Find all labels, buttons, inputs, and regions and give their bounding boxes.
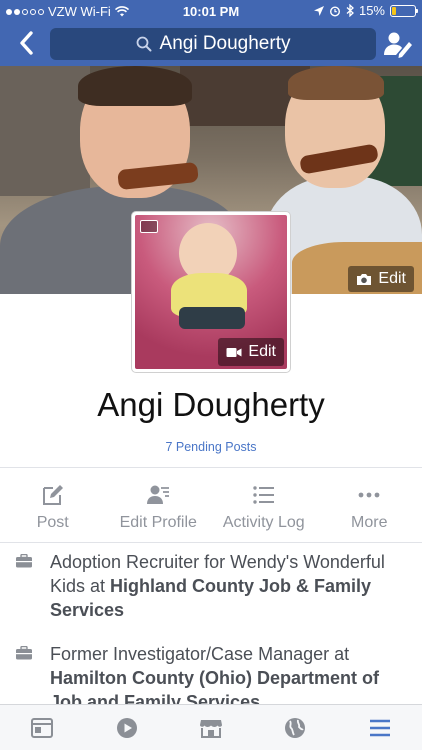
status-bar: VZW Wi-Fi 10:01 PM 15% [0, 0, 422, 22]
work-title: Former Investigator/Case Manager at [50, 644, 350, 664]
battery-percent: 15% [358, 3, 385, 18]
profile-name: Angi Dougherty [97, 386, 325, 423]
globe-icon [285, 717, 306, 738]
post-label: Post [36, 514, 69, 531]
edit-profile-label: Edit Profile [119, 514, 197, 531]
edit-friends-icon[interactable] [382, 28, 414, 60]
activity-log-label: Activity Log [222, 514, 305, 531]
edit-cover-label: Edit [378, 270, 406, 287]
bluetooth-icon [346, 4, 354, 17]
video-play-icon [116, 717, 137, 738]
news-feed-icon [31, 717, 54, 738]
back-chevron-icon[interactable] [12, 28, 42, 58]
marketplace-icon [200, 719, 223, 738]
profile-edit-icon [147, 485, 170, 504]
briefcase-icon [16, 646, 32, 660]
tab-notifications[interactable] [253, 705, 337, 750]
edit-profile-picture-label: Edit [248, 343, 276, 360]
tab-video[interactable] [84, 705, 168, 750]
divider [0, 542, 422, 543]
battery-icon [390, 4, 418, 17]
edit-profile-button[interactable]: Edit Profile [106, 478, 212, 542]
profile-actions: Post Edit Profile Activity Log More [0, 478, 422, 542]
compose-icon [42, 485, 63, 505]
profile-picture[interactable]: Edit [132, 212, 290, 372]
work-item: Adoption Recruiter for Wendy's Wonderful… [0, 550, 422, 622]
list-icon [253, 486, 274, 504]
top-bar: VZW Wi-Fi 10:01 PM 15% Angi Dougherty [0, 0, 422, 66]
camera-icon [357, 273, 372, 285]
profile-video-icon [140, 220, 158, 233]
status-right: 15% [313, 3, 418, 18]
more-label: More [351, 514, 388, 531]
avatar: Edit [135, 215, 287, 369]
location-arrow-icon [313, 5, 324, 16]
more-button[interactable]: More [317, 478, 422, 542]
pending-posts-link[interactable]: 7 Pending Posts [0, 440, 422, 454]
search-bar[interactable]: Angi Dougherty [50, 28, 376, 60]
edit-cover-button[interactable]: Edit [348, 266, 414, 292]
search-icon [136, 36, 152, 52]
tab-news-feed[interactable] [0, 705, 84, 750]
more-dots-icon [358, 492, 380, 498]
activity-log-button[interactable]: Activity Log [211, 478, 317, 542]
divider [0, 467, 422, 468]
menu-icon [369, 719, 390, 736]
bottom-tab-bar [0, 704, 422, 750]
video-camera-icon [226, 347, 242, 357]
navigation-bar: Angi Dougherty [0, 22, 422, 66]
post-button[interactable]: Post [0, 478, 106, 542]
alarm-clock-icon [329, 5, 340, 17]
search-query: Angi Dougherty [159, 33, 291, 54]
briefcase-icon [16, 554, 32, 568]
tab-menu[interactable] [338, 705, 422, 750]
edit-profile-picture-button[interactable]: Edit [218, 338, 284, 366]
tab-marketplace[interactable] [169, 705, 253, 750]
